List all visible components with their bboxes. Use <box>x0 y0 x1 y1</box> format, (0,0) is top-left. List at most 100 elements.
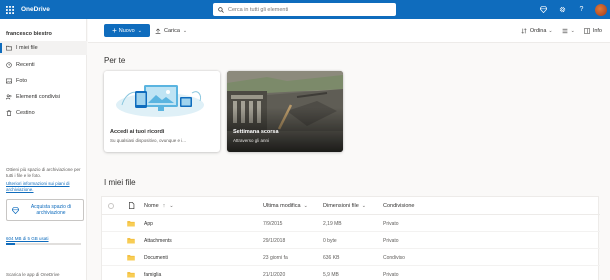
account-button[interactable] <box>591 0 610 19</box>
settings-button[interactable] <box>553 0 572 19</box>
column-header-name[interactable]: Nome ↑ ⌄ <box>144 197 174 214</box>
sidebar-item-label: Recenti <box>16 62 35 68</box>
diamond-icon <box>12 206 19 214</box>
sidebar: francesco biestro I miei file Recenti Fo… <box>0 19 87 280</box>
file-modified: 23 giorni fa <box>263 254 288 261</box>
file-name[interactable]: Documenti <box>144 249 168 266</box>
file-type-header[interactable] <box>128 197 135 214</box>
buy-storage-button[interactable]: Acquista spazio di archiviazione <box>6 199 84 221</box>
column-name-label: Nome <box>144 202 159 209</box>
chevron-down-icon: ⌄ <box>169 202 174 209</box>
app-title[interactable]: OneDrive <box>21 6 50 13</box>
new-button-label: Nuovo <box>118 27 135 34</box>
file-sharing: Condiviso <box>383 254 405 261</box>
upload-button-label: Carica <box>164 27 180 34</box>
folder-icon <box>6 45 12 51</box>
help-icon: ? <box>579 6 584 13</box>
search-icon <box>218 6 224 13</box>
select-all-checkbox[interactable] <box>108 197 114 214</box>
storage-used-link[interactable]: 604 MB di 5 GB usati <box>6 236 49 241</box>
info-button[interactable]: Info <box>583 27 602 34</box>
sort-label: Ordina <box>529 27 547 34</box>
folder-icon <box>127 215 135 232</box>
memories-card[interactable]: Accedi ai tuoi ricordi Su qualsiasi disp… <box>104 71 220 152</box>
search-box[interactable] <box>213 3 396 16</box>
folder-icon <box>127 249 135 266</box>
command-bar: + Nuovo ⌄ Carica ⌄ Ordina ⌄ ⌄ Info <box>88 19 610 43</box>
clock-icon <box>6 62 12 68</box>
list-view-icon <box>562 28 568 33</box>
view-switch-button[interactable]: ⌄ <box>562 28 575 34</box>
plus-icon: + <box>112 25 117 35</box>
sort-ascending-icon: ↑ <box>162 202 166 209</box>
card-title: Settimana scorsa <box>233 129 279 135</box>
sidebar-item-label: Cestino <box>16 110 35 116</box>
trash-icon <box>6 110 12 116</box>
top-bar: OneDrive ? <box>0 0 610 19</box>
storage-progress-fill <box>6 243 15 245</box>
app-launcher-icon[interactable] <box>0 0 19 19</box>
top-actions: ? <box>534 0 610 19</box>
file-name[interactable]: App <box>144 215 153 232</box>
folder-icon <box>127 266 135 280</box>
column-header-size[interactable]: Dimensioni file ⌄ <box>323 197 366 214</box>
sidebar-item-my-files[interactable]: I miei file <box>0 41 87 55</box>
file-sharing: Privato <box>383 271 399 278</box>
file-sharing: Privato <box>383 220 399 227</box>
gear-icon <box>559 6 566 13</box>
get-apps-link[interactable]: Scarica le app di OneDrive <box>6 272 60 277</box>
column-sharing-label: Condivisione <box>383 202 415 209</box>
folder-icon <box>127 232 135 249</box>
card-subtitle: Attraverso gli anni <box>233 138 270 143</box>
file-name[interactable]: Attachments <box>144 232 172 249</box>
info-label: Info <box>592 27 602 34</box>
file-size: 636 KB <box>323 254 340 261</box>
column-header-sharing[interactable]: Condivisione <box>383 197 415 214</box>
sidebar-item-shared[interactable]: Elementi condivisi <box>0 90 87 104</box>
upload-icon <box>155 28 161 34</box>
waffle-icon <box>5 5 14 14</box>
column-size-label: Dimensioni file <box>323 202 359 209</box>
sidebar-item-label: Foto <box>16 78 28 84</box>
for-you-heading: Per te <box>104 56 126 65</box>
file-modified: 21/1/2020 <box>263 271 286 278</box>
sidebar-item-photos[interactable]: Foto <box>0 74 87 88</box>
help-button[interactable]: ? <box>572 0 591 19</box>
info-icon <box>583 27 590 34</box>
card-title: Accedi ai tuoi ricordi <box>110 129 165 135</box>
chevron-down-icon: ⌄ <box>570 27 575 34</box>
my-files-heading: I miei file <box>104 178 136 187</box>
people-icon <box>6 94 12 100</box>
storage-progress-bar <box>6 243 81 245</box>
avatar <box>594 3 607 16</box>
diamond-icon <box>540 6 547 13</box>
search-input[interactable] <box>228 6 388 13</box>
table-row[interactable]: Attachments 29/1/2018 0 byte Privato <box>102 232 600 249</box>
sidebar-item-recent[interactable]: Recenti <box>0 58 87 72</box>
chevron-down-icon: ⌄ <box>182 27 188 34</box>
sort-button[interactable]: Ordina ⌄ <box>521 28 553 34</box>
table-row[interactable]: famiglia 21/1/2020 5,9 MB Privato <box>102 266 600 280</box>
file-modified: 7/9/2015 <box>263 220 283 227</box>
last-week-card[interactable]: Settimana scorsa Attraverso gli anni <box>227 71 343 152</box>
table-row[interactable]: App 7/9/2015 2,19 MB Privato <box>102 215 600 232</box>
file-size: 5,9 MB <box>323 271 339 278</box>
table-row[interactable]: Documenti 23 giorni fa 636 KB Condiviso <box>102 249 600 266</box>
view-controls: Ordina ⌄ ⌄ Info <box>512 24 602 37</box>
premium-button[interactable] <box>534 0 553 19</box>
sidebar-item-recycle-bin[interactable]: Cestino <box>0 106 87 120</box>
sidebar-item-label: I miei file <box>16 45 38 51</box>
upload-button[interactable]: Carica ⌄ <box>155 24 187 37</box>
storage-plans-link[interactable]: Ulteriori informazioni sui piani di arch… <box>6 181 80 192</box>
memories-illustration <box>104 71 220 123</box>
sort-icon <box>521 27 527 34</box>
photo-icon <box>6 78 12 84</box>
column-header-modified[interactable]: Ultima modifica ⌄ <box>263 197 308 214</box>
file-sharing: Privato <box>383 237 399 244</box>
check-circle-icon <box>108 202 114 209</box>
file-size: 2,19 MB <box>323 220 342 227</box>
chevron-down-icon: ⌄ <box>361 202 366 209</box>
new-button[interactable]: + Nuovo ⌄ <box>104 24 150 37</box>
column-modified-label: Ultima modifica <box>263 202 301 209</box>
file-name[interactable]: famiglia <box>144 266 161 280</box>
